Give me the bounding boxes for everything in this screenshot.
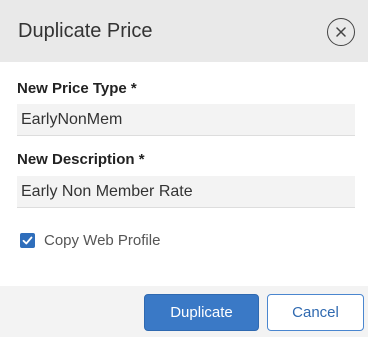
copy-web-profile-label[interactable]: Copy Web Profile [44, 232, 160, 250]
price-type-label: New Price Type * [17, 80, 137, 97]
price-type-input[interactable] [17, 104, 355, 136]
checkmark-icon [22, 236, 33, 245]
dialog-title: Duplicate Price [18, 20, 153, 42]
dialog-header: Duplicate Price [0, 0, 368, 62]
close-icon [335, 26, 346, 37]
dialog-footer: Duplicate Cancel [0, 286, 368, 337]
copy-web-profile-checkbox[interactable] [20, 233, 35, 248]
cancel-button[interactable]: Cancel [267, 294, 364, 331]
duplicate-button[interactable]: Duplicate [144, 294, 259, 331]
description-input[interactable] [17, 176, 355, 208]
duplicate-price-dialog: Duplicate Price New Price Type * New Des… [0, 0, 368, 337]
close-button[interactable] [327, 18, 355, 46]
description-label: New Description * [17, 151, 145, 168]
